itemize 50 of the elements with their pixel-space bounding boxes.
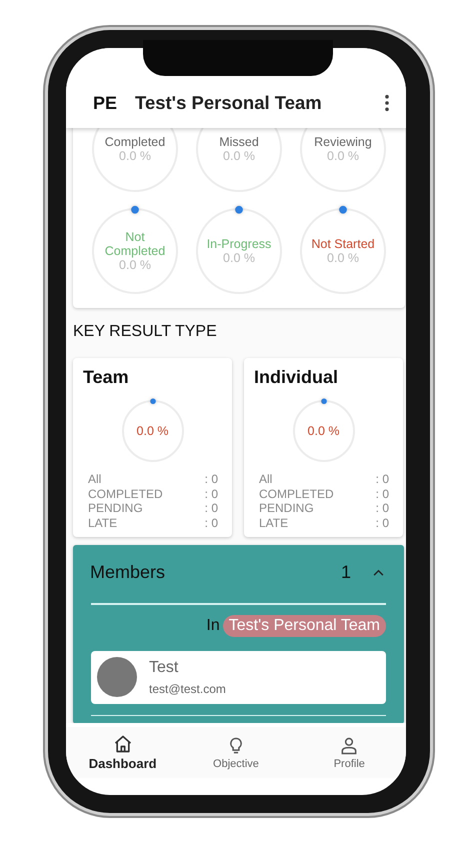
percent-value: 0.0 % [327, 251, 359, 265]
status-label: In-Progress [206, 237, 272, 251]
member-name: Test [149, 658, 180, 676]
person-icon [339, 736, 360, 756]
percent-value: 0.0 % [308, 424, 340, 438]
stat-label: LATE [88, 516, 118, 530]
card-title: Team [83, 366, 130, 388]
card-title: Individual [254, 366, 340, 388]
status-label: Not Started [310, 237, 376, 251]
stat-value: : 0 [204, 486, 218, 501]
stat-label: COMPLETED [259, 486, 334, 501]
status-label: Not Completed [104, 230, 166, 258]
status-label: Missed [218, 135, 260, 149]
percent-value: 0.0 % [119, 258, 151, 272]
nav-tab[interactable]: Dashboard [78, 727, 168, 778]
member-email: test@test.com [149, 682, 226, 696]
stat-value: : 0 [204, 501, 218, 516]
stat-value: : 0 [376, 472, 389, 486]
stat-value: : 0 [376, 516, 389, 530]
percent-value: 0.0 % [223, 149, 255, 163]
in-label: In [206, 616, 220, 634]
nav-tab[interactable]: Objective [190, 727, 281, 778]
status-label: Completed [104, 135, 166, 149]
stat-value: : 0 [204, 472, 218, 486]
panel-title: Members [90, 562, 166, 582]
avatar [97, 657, 137, 697]
stat-value: : 0 [376, 501, 389, 516]
percent-value: 0.0 % [119, 149, 151, 163]
stat-value: : 0 [204, 516, 218, 530]
stat-label: PENDING [88, 501, 143, 516]
stat-label: All [88, 472, 102, 486]
stat-label: PENDING [259, 501, 314, 516]
more-menu-icon[interactable] [384, 94, 390, 112]
stat-label: LATE [259, 516, 288, 530]
stat-label: All [259, 472, 272, 486]
section-heading: KEY RESULT TYPE [73, 322, 218, 342]
percent-value: 0.0 % [136, 424, 168, 438]
stat-label: COMPLETED [88, 486, 163, 501]
team-tag: Test's Personal Team [222, 614, 386, 636]
app-logo: PE [93, 92, 118, 114]
stat-value: : 0 [376, 486, 389, 501]
status-label: Reviewing [313, 135, 373, 149]
app-title: Test's Personal Team [135, 92, 323, 114]
nav-tab[interactable]: Profile [304, 727, 394, 778]
member-card[interactable]: Test test@test.com [91, 650, 386, 704]
member-count: 1 [340, 562, 351, 582]
collapse-chevron-icon[interactable] [373, 568, 384, 576]
percent-value: 0.0 % [327, 149, 359, 163]
home-icon [112, 734, 133, 754]
percent-value: 0.0 % [223, 251, 255, 265]
